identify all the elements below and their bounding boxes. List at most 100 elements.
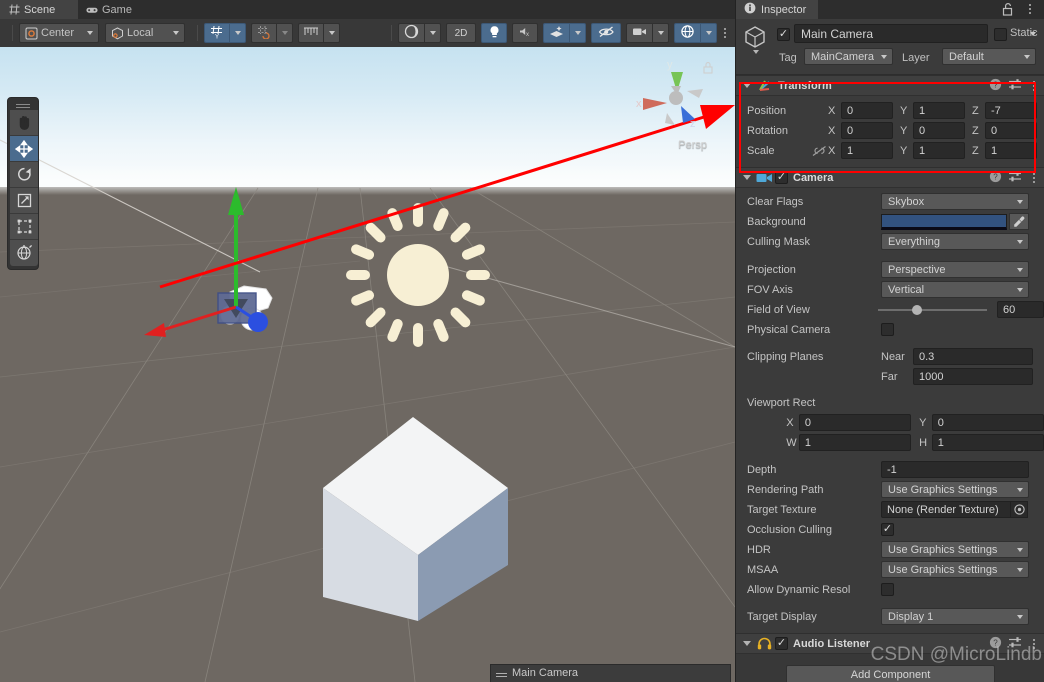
- effects-button[interactable]: [543, 23, 569, 43]
- eyedropper-icon[interactable]: [1009, 213, 1029, 230]
- camera-component-header[interactable]: Camera ?: [736, 167, 1044, 188]
- scene-camera-button[interactable]: [626, 23, 652, 43]
- camera-menu-button[interactable]: [1028, 170, 1040, 185]
- lighting-toggle-button[interactable]: [481, 23, 507, 43]
- grid-visibility-button[interactable]: Y: [204, 23, 229, 43]
- gizmo-projection-label[interactable]: Persp: [678, 139, 707, 151]
- rotation-y-field[interactable]: 0: [913, 122, 965, 139]
- effects-dropdown[interactable]: [569, 23, 586, 43]
- transform-foldout-icon[interactable]: [739, 83, 755, 88]
- grid-snap-dropdown[interactable]: [276, 23, 293, 43]
- constrain-proportions-off-icon[interactable]: [812, 145, 828, 157]
- viewport-x-field[interactable]: 0: [798, 414, 912, 431]
- position-y-field[interactable]: 1: [913, 102, 965, 119]
- gameobject-enabled-checkbox[interactable]: [777, 28, 790, 41]
- clipping-far-field[interactable]: 1000: [913, 368, 1033, 385]
- tab-game[interactable]: Game: [78, 0, 160, 19]
- tag-dropdown[interactable]: MainCamera: [804, 48, 893, 65]
- pivot-mode-dropdown[interactable]: Center: [19, 23, 99, 43]
- target-texture-field[interactable]: None (Render Texture): [881, 501, 1011, 518]
- scene-overflow-menu[interactable]: [719, 26, 731, 41]
- gameobject-name-field[interactable]: Main Camera: [794, 24, 988, 43]
- transform-tool[interactable]: [10, 240, 38, 266]
- tab-inspector-label: Inspector: [761, 3, 807, 16]
- field-of-view-field[interactable]: 60: [997, 301, 1044, 318]
- snap-increment-button[interactable]: [298, 23, 323, 43]
- scale-y-field[interactable]: 1: [913, 142, 965, 159]
- transform-menu-button[interactable]: [1028, 78, 1040, 93]
- msaa-dropdown[interactable]: Use Graphics Settings: [881, 561, 1029, 578]
- chevron-down-icon: [657, 31, 664, 35]
- scale-x-field[interactable]: 1: [841, 142, 893, 159]
- tools-drag-handle[interactable]: [10, 101, 36, 110]
- rotation-x-field[interactable]: 0: [841, 122, 893, 139]
- audio-listener-enabled-checkbox[interactable]: [775, 637, 788, 650]
- gizmos-dropdown[interactable]: [700, 23, 717, 43]
- audio-listener-foldout-icon[interactable]: [739, 641, 755, 646]
- preset-sliders-icon[interactable]: [1008, 170, 1022, 186]
- clipping-near-field[interactable]: 0.3: [913, 348, 1033, 365]
- fov-axis-dropdown[interactable]: Vertical: [881, 281, 1029, 298]
- transform-component-header[interactable]: Transform ?: [736, 75, 1044, 96]
- rotate-tool[interactable]: [10, 162, 38, 188]
- position-x-field[interactable]: 0: [841, 102, 893, 119]
- physical-camera-checkbox[interactable]: [881, 323, 894, 336]
- scale-z-field[interactable]: 1: [985, 142, 1037, 159]
- move-tool[interactable]: [10, 136, 38, 162]
- target-display-dropdown[interactable]: Display 1: [881, 608, 1029, 625]
- static-dropdown-icon[interactable]: [1030, 32, 1036, 36]
- gizmos-group: [674, 23, 717, 43]
- snap-increment-dropdown[interactable]: [323, 23, 340, 43]
- rect-tool[interactable]: [10, 214, 38, 240]
- scene-orientation-gizmo[interactable]: y x z: [627, 51, 727, 161]
- info-circle-icon: [744, 2, 756, 17]
- tab-inspector[interactable]: Inspector: [736, 0, 819, 19]
- audio-toggle-button[interactable]: x: [512, 23, 538, 43]
- 2d-toggle-button[interactable]: 2D: [446, 23, 476, 43]
- target-texture-row: Target Texture None (Render Texture): [736, 500, 1044, 519]
- camera-enabled-checkbox[interactable]: [775, 171, 788, 184]
- camera-foldout-icon[interactable]: [739, 175, 755, 180]
- hand-tool[interactable]: [10, 110, 38, 136]
- rotation-z-field[interactable]: 0: [985, 122, 1037, 139]
- allow-dynamic-resolution-checkbox[interactable]: [881, 583, 894, 596]
- layer-dropdown[interactable]: Default: [942, 48, 1036, 65]
- scene-viewport[interactable]: y x z Persp Main Camera: [0, 47, 735, 682]
- depth-field[interactable]: -1: [881, 461, 1029, 478]
- culling-mask-dropdown[interactable]: Everything: [881, 233, 1029, 250]
- scene-camera-dropdown[interactable]: [652, 23, 669, 43]
- viewport-y-field[interactable]: 0: [931, 414, 1044, 431]
- layer-label: Layer: [902, 52, 930, 64]
- inspector-menu-button[interactable]: [1024, 1, 1036, 16]
- rendering-path-dropdown[interactable]: Use Graphics Settings: [881, 481, 1029, 498]
- field-of-view-slider[interactable]: [877, 304, 987, 315]
- background-row: Background: [736, 212, 1044, 231]
- position-z-field[interactable]: -7: [985, 102, 1037, 119]
- clear-flags-dropdown[interactable]: Skybox: [881, 193, 1029, 210]
- background-color-swatch[interactable]: [881, 213, 1007, 230]
- svg-text:?: ?: [993, 80, 998, 89]
- hidden-objects-button[interactable]: [591, 23, 621, 43]
- field-of-view-slider-knob[interactable]: [911, 304, 922, 315]
- viewport-w-field[interactable]: 1: [798, 434, 912, 451]
- projection-dropdown[interactable]: Perspective: [881, 261, 1029, 278]
- hdr-dropdown[interactable]: Use Graphics Settings: [881, 541, 1029, 558]
- preset-sliders-icon[interactable]: [1008, 78, 1022, 94]
- grid-snap-button[interactable]: [251, 23, 276, 43]
- handle-space-dropdown[interactable]: Local: [105, 23, 185, 43]
- scale-tool[interactable]: [10, 188, 38, 214]
- lock-open-icon[interactable]: [1002, 2, 1014, 20]
- grid-visibility-dropdown[interactable]: [229, 23, 246, 43]
- gizmos-button[interactable]: [674, 23, 700, 43]
- static-checkbox[interactable]: [994, 28, 1007, 41]
- draw-mode-dropdown[interactable]: [424, 23, 441, 43]
- occlusion-culling-checkbox[interactable]: [881, 523, 894, 536]
- object-picker-icon[interactable]: [1011, 501, 1028, 518]
- help-circle-icon[interactable]: ?: [989, 170, 1002, 186]
- chevron-down-icon: [1017, 567, 1023, 572]
- draw-mode-button[interactable]: [398, 23, 424, 43]
- viewport-h-field[interactable]: 1: [931, 434, 1044, 451]
- tab-scene[interactable]: Scene: [0, 0, 78, 19]
- help-circle-icon[interactable]: ?: [989, 78, 1002, 94]
- add-component-button[interactable]: Add Component: [786, 665, 995, 682]
